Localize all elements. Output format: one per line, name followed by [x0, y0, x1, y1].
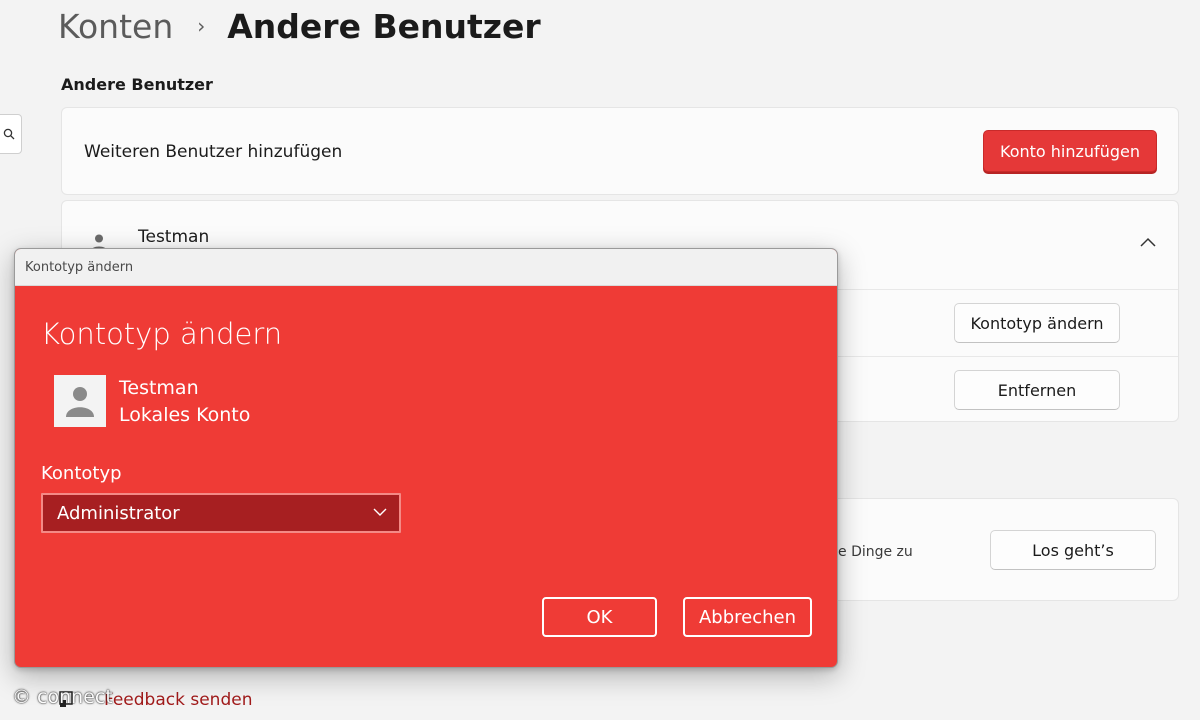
- dialog-titlebar[interactable]: Kontotyp ändern: [15, 249, 837, 286]
- dialog-heading: Kontotyp ändern: [41, 317, 283, 351]
- get-started-button[interactable]: Los geht’s: [990, 530, 1156, 570]
- ok-button[interactable]: OK: [542, 597, 657, 637]
- search-icon: [3, 128, 15, 140]
- breadcrumb-separator: ›: [197, 14, 206, 38]
- kiosk-description: e Dinge zu: [838, 544, 913, 560]
- dialog-window-title: Kontotyp ändern: [25, 259, 134, 275]
- breadcrumb: Konten › Andere Benutzer: [58, 4, 541, 48]
- account-type-select[interactable]: Administrator: [41, 493, 401, 533]
- add-user-label: Weiteren Benutzer hinzufügen: [84, 142, 343, 162]
- feedback-link[interactable]: Feedback senden: [104, 690, 252, 710]
- account-type-selected-value: Administrator: [57, 502, 180, 524]
- dialog-user-name: Testman: [119, 377, 199, 399]
- breadcrumb-konten[interactable]: Konten: [58, 7, 173, 46]
- watermark: © connect: [12, 686, 113, 708]
- dialog-user-account-type: Lokales Konto: [119, 404, 251, 426]
- user-name: Testman: [138, 227, 210, 247]
- change-account-type-dialog: Kontotyp ändern Kontotyp ändern Testman …: [14, 248, 838, 668]
- avatar: [54, 375, 106, 427]
- chevron-up-icon[interactable]: [1140, 237, 1156, 247]
- account-type-label: Kontotyp: [41, 463, 122, 484]
- section-title: Andere Benutzer: [61, 75, 213, 94]
- remove-button[interactable]: Entfernen: [954, 370, 1120, 410]
- change-account-type-button[interactable]: Kontotyp ändern: [954, 303, 1120, 343]
- add-account-button[interactable]: Konto hinzufügen: [983, 130, 1157, 172]
- user-icon: [66, 387, 94, 417]
- add-user-card: Weiteren Benutzer hinzufügen Konto hinzu…: [61, 107, 1179, 195]
- cancel-button[interactable]: Abbrechen: [683, 597, 812, 637]
- page-title: Andere Benutzer: [227, 6, 541, 46]
- chevron-down-icon: [373, 508, 387, 516]
- search-box[interactable]: [0, 114, 22, 154]
